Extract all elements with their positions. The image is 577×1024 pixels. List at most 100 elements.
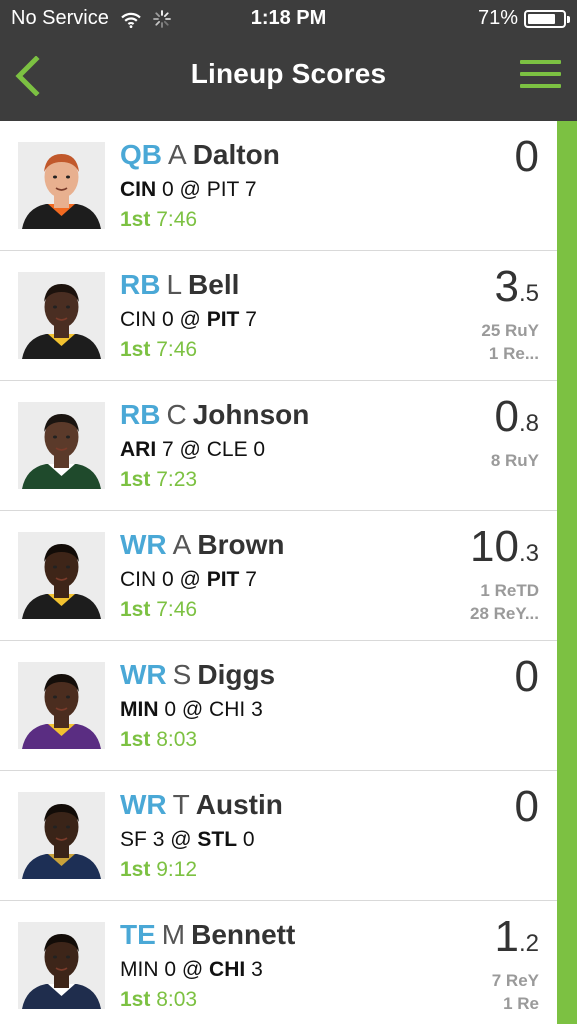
game-quarter: 1st — [120, 468, 151, 491]
home-team-score: 7 — [244, 178, 257, 201]
stat-lines: 7 ReY 1 Re — [492, 969, 539, 1015]
player-name: QB A Dalton — [120, 138, 280, 172]
player-photo — [18, 532, 105, 619]
game-clock: 1st 7:46 — [120, 597, 197, 623]
player-row[interactable]: RB C Johnson ARI 7 @ CLE 0 1st 7:23 0.8 8 … — [0, 381, 557, 511]
points-integer: 0 — [514, 652, 539, 701]
stat-line: 1 Re... — [488, 344, 539, 363]
points-decimal: .5 — [518, 280, 539, 307]
stat-lines: 8 RuY — [491, 449, 539, 472]
at-symbol: @ — [179, 178, 201, 201]
away-team: CIN — [120, 178, 157, 201]
battery-percent: 71% — [477, 7, 518, 29]
status-right: 71% — [477, 7, 570, 30]
at-symbol: @ — [181, 698, 204, 721]
away-team-score: 0 — [164, 698, 177, 721]
fantasy-points: 0 — [515, 133, 539, 181]
player-row[interactable]: WR S Diggs MIN 0 @ CHI 3 1st 8:03 0 — [0, 641, 557, 771]
game-quarter: 1st — [120, 208, 151, 231]
home-team-score: 7 — [245, 308, 257, 331]
game-clock: 1st 7:46 — [120, 337, 197, 363]
player-avatar-icon — [18, 532, 105, 619]
player-initial: A — [172, 529, 192, 560]
home-team: STL — [197, 828, 238, 851]
player-row[interactable]: WR T Austin SF 3 @ STL 0 1st 9:12 0 — [0, 771, 557, 901]
away-team: CIN — [120, 568, 157, 591]
player-last-name: Diggs — [197, 659, 276, 690]
home-team: PIT — [206, 568, 240, 591]
player-avatar-icon — [18, 142, 105, 229]
accent-bar — [557, 121, 577, 1024]
player-list: QB A Dalton CIN 0 @ PIT 7 1st 7:46 0 RB L Be… — [0, 121, 557, 1024]
home-team-score: 3 — [251, 698, 263, 721]
player-position: QB — [120, 139, 162, 170]
player-initial: T — [172, 789, 190, 820]
app-header: No Service 1:18 PM 71% Lineup Scores — [0, 0, 577, 121]
away-team: MIN — [120, 958, 159, 981]
at-symbol: @ — [179, 308, 201, 331]
player-avatar-icon — [18, 922, 105, 1009]
at-symbol: @ — [179, 438, 201, 461]
player-photo — [18, 142, 105, 229]
away-team-score: 0 — [164, 958, 177, 981]
menu-button[interactable] — [520, 60, 561, 88]
player-row[interactable]: RB L Bell CIN 0 @ PIT 7 1st 7:46 3.5 25 Ru… — [0, 251, 557, 381]
game-score: CIN 0 @ PIT 7 — [120, 567, 257, 593]
game-score: CIN 0 @ PIT 7 — [120, 307, 257, 333]
game-time: 9:12 — [156, 858, 198, 881]
game-quarter: 1st — [120, 728, 151, 751]
home-team-score: 7 — [245, 568, 257, 591]
at-symbol: @ — [170, 828, 192, 851]
away-team-score: 7 — [162, 438, 174, 461]
points-decimal: .3 — [518, 540, 539, 567]
player-name: WR A Brown — [120, 528, 284, 562]
player-row[interactable]: QB A Dalton CIN 0 @ PIT 7 1st 7:46 0 — [0, 121, 557, 251]
home-team-score: 3 — [251, 958, 263, 981]
game-quarter: 1st — [120, 858, 151, 881]
at-symbol: @ — [181, 958, 204, 981]
player-initial: M — [161, 919, 186, 950]
points-integer: 0 — [514, 132, 539, 181]
stat-line: 25 RuY — [481, 321, 539, 340]
game-score: ARI 7 @ CLE 0 — [120, 437, 265, 463]
points-integer: 0 — [494, 392, 519, 441]
player-position: RB — [120, 399, 161, 430]
player-name: RB C Johnson — [120, 398, 309, 432]
player-photo — [18, 662, 105, 749]
player-row[interactable]: TE M Bennett MIN 0 @ CHI 3 1st 8:03 1.2 7 … — [0, 901, 557, 1024]
home-team-score: 0 — [253, 438, 266, 461]
points-integer: 0 — [514, 782, 539, 831]
away-team-score: 0 — [162, 568, 174, 591]
stat-line: 28 ReY... — [470, 604, 539, 623]
home-team-score: 0 — [242, 828, 255, 851]
player-photo — [18, 922, 105, 1009]
points-integer: 3 — [494, 262, 519, 311]
game-score: SF 3 @ STL 0 — [120, 827, 255, 853]
game-score: MIN 0 @ CHI 3 — [120, 697, 263, 723]
player-photo — [18, 792, 105, 879]
fantasy-points: 0 — [515, 783, 539, 831]
away-team: ARI — [120, 438, 157, 461]
player-name: TE M Bennett — [120, 918, 295, 952]
fantasy-points: 0 — [515, 653, 539, 701]
player-row[interactable]: WR A Brown CIN 0 @ PIT 7 1st 7:46 10.3 1 R… — [0, 511, 557, 641]
player-initial: C — [166, 399, 187, 430]
fantasy-points: 10.3 — [470, 523, 539, 571]
player-last-name: Bennett — [191, 919, 296, 950]
player-avatar-icon — [18, 662, 105, 749]
fantasy-points: 1.2 — [495, 913, 540, 961]
game-clock: 1st 9:12 — [120, 857, 197, 883]
player-last-name: Dalton — [192, 139, 280, 170]
game-clock: 1st 8:03 — [120, 987, 197, 1013]
hamburger-menu-icon — [520, 60, 561, 64]
player-position: WR — [120, 789, 167, 820]
stat-lines: 1 ReTD 28 ReY... — [470, 579, 539, 625]
at-symbol: @ — [179, 568, 201, 591]
away-team-score: 3 — [152, 828, 165, 851]
home-team: PIT — [206, 308, 240, 331]
fantasy-points: 3.5 — [495, 263, 540, 311]
battery-icon — [524, 9, 570, 28]
points-integer: 10 — [470, 522, 519, 571]
status-bar: No Service 1:18 PM 71% — [0, 0, 577, 38]
player-avatar-icon — [18, 402, 105, 489]
